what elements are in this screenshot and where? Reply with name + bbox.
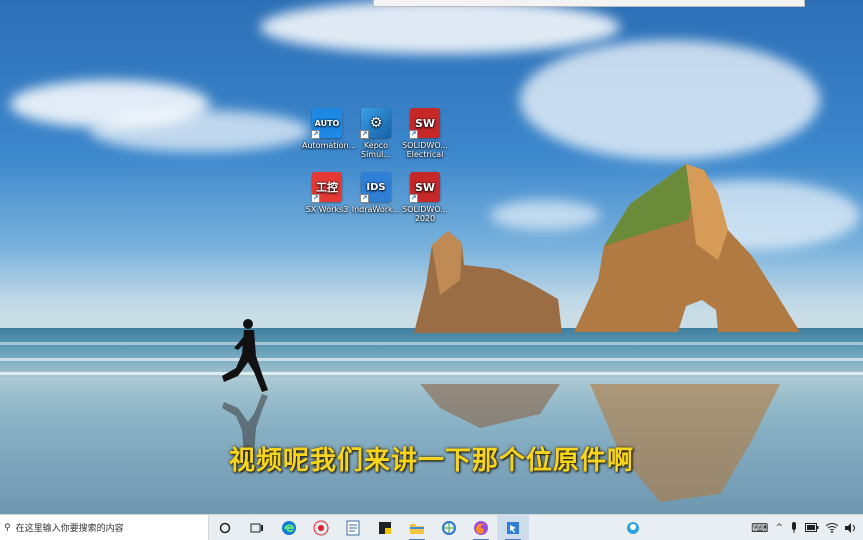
cortana-button[interactable] xyxy=(209,515,241,540)
sticky-icon xyxy=(379,521,391,534)
qq-icon xyxy=(627,521,639,534)
taskbar-firefox[interactable] xyxy=(465,515,497,540)
rock-arch xyxy=(574,164,800,332)
system-tray: ⌨ ^ xyxy=(751,521,863,535)
cloud xyxy=(90,110,310,152)
microphone-icon[interactable] xyxy=(790,521,798,534)
shortcut-arrow-icon: ↗ xyxy=(409,130,418,139)
taskbar-explorer[interactable] xyxy=(401,515,433,540)
folder-icon xyxy=(410,523,424,534)
icon-label: Automation... xyxy=(302,141,357,150)
shortcut-arrow-icon: ↗ xyxy=(409,194,418,203)
task-view-icon xyxy=(250,523,263,532)
solidworks-icon: SW ↗ xyxy=(409,108,440,139)
gear-shield-icon: ⚙ ↗ xyxy=(360,108,391,139)
network-icon xyxy=(442,520,456,535)
desktop-icon-solidworks-2020[interactable]: SW ↗ SOLIDWO... 2020 xyxy=(400,172,450,223)
taskbar-edge[interactable] xyxy=(273,515,305,540)
wifi-icon[interactable] xyxy=(826,522,838,533)
cloud xyxy=(260,0,620,54)
chevron-up-icon[interactable]: ^ xyxy=(775,523,783,533)
taskbar-active-app[interactable] xyxy=(497,514,529,540)
volume-icon[interactable] xyxy=(845,522,857,533)
taskbar: ⚲ 在这里输入你要搜索的内容 ⌨ ^ xyxy=(0,514,863,540)
taskbar-sticky[interactable] xyxy=(369,515,401,540)
ids-app-icon: IDS ↗ xyxy=(360,172,391,203)
gongkong-app-icon: 工控 ↗ xyxy=(311,172,342,203)
search-placeholder: 在这里输入你要搜索的内容 xyxy=(15,524,124,534)
icon-label: IndraWork... xyxy=(351,205,401,214)
icon-label: SX Works3 xyxy=(305,205,349,214)
icon-label: Kepco Simul... xyxy=(360,141,391,159)
taskbar-search-box[interactable]: ⚲ 在这里输入你要搜索的内容 xyxy=(0,514,209,540)
desktop-icon-kepco[interactable]: ⚙ ↗ Kepco Simul... xyxy=(351,108,401,159)
shortcut-arrow-icon: ↗ xyxy=(311,130,320,139)
taskbar-notepad[interactable] xyxy=(337,515,369,540)
shortcut-arrow-icon: ↗ xyxy=(311,194,320,203)
rock-left xyxy=(414,231,562,333)
notepad-icon xyxy=(346,520,360,535)
taskbar-network[interactable] xyxy=(433,515,465,540)
automation-app-icon: AUTO ↗ xyxy=(311,108,342,139)
keyboard-icon[interactable]: ⌨ xyxy=(751,521,768,535)
desktop-icon-sx-works[interactable]: 工控 ↗ SX Works3 xyxy=(302,172,352,214)
app-icon xyxy=(313,520,329,535)
taskbar-qq[interactable] xyxy=(617,515,649,540)
shortcut-arrow-icon: ↗ xyxy=(360,194,369,203)
desktop-icon-automation[interactable]: AUTO ↗ Automation... xyxy=(302,108,357,150)
desktop-icon-solidworks-electrical[interactable]: SW ↗ SOLIDWO... Electrical xyxy=(400,108,450,159)
desktop-wallpaper xyxy=(0,0,863,514)
shortcut-arrow-icon: ↗ xyxy=(360,130,369,139)
window-edge[interactable] xyxy=(373,0,805,7)
magnifier-icon: ⚲ xyxy=(4,522,11,533)
app-selected-icon xyxy=(507,521,519,534)
task-view-button[interactable] xyxy=(241,515,273,540)
video-subtitle: 视频呢我们来讲一下那个位原件啊 xyxy=(228,446,634,476)
circle-icon xyxy=(219,522,231,533)
firefox-icon xyxy=(474,520,488,535)
edge-icon xyxy=(282,520,296,535)
battery-icon[interactable] xyxy=(805,523,819,532)
cloud xyxy=(520,40,820,160)
taskbar-app[interactable] xyxy=(305,515,337,540)
solidworks-icon: SW ↗ xyxy=(409,172,440,203)
desktop-icon-indraworks[interactable]: IDS ↗ IndraWork... xyxy=(351,172,401,214)
icon-label: SOLIDWO... Electrical xyxy=(402,141,448,159)
icon-label: SOLIDWO... 2020 xyxy=(402,205,448,223)
